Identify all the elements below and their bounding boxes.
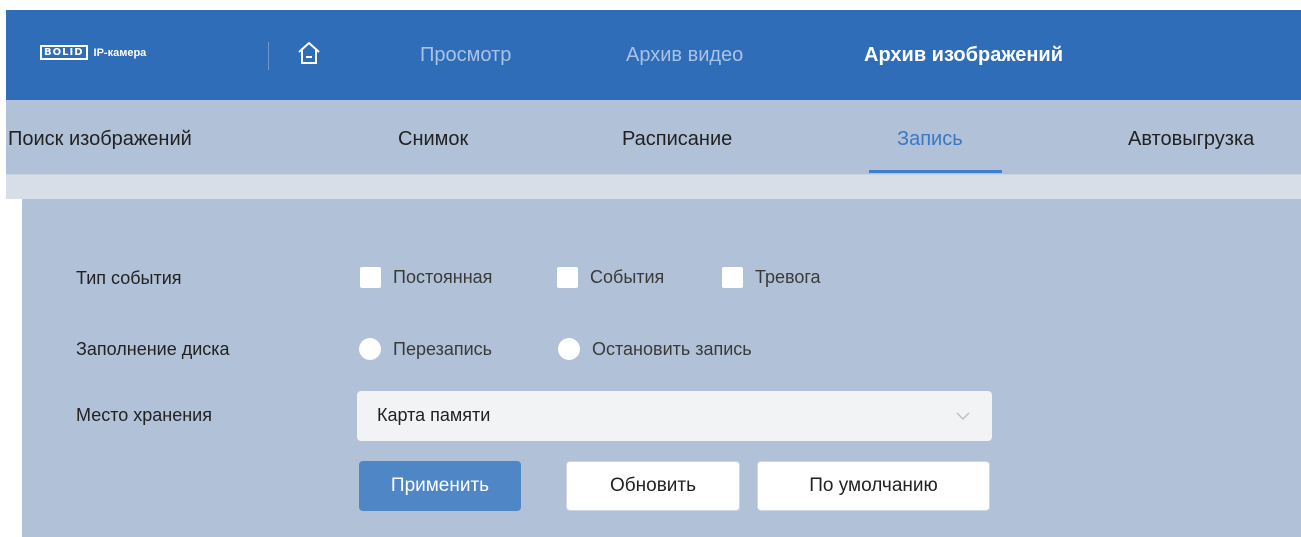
event-type-label: Тип события — [76, 268, 182, 288]
stop-recording-radio[interactable] — [558, 338, 580, 360]
apply-button[interactable]: Применить — [359, 461, 521, 511]
event-events-option[interactable]: События — [557, 267, 664, 288]
chevron-down-icon — [956, 412, 970, 420]
storage-location-label: Место хранения — [76, 405, 212, 425]
overwrite-radio[interactable] — [359, 338, 381, 360]
event-continuous-option[interactable]: Постоянная — [360, 267, 492, 288]
home-icon[interactable] — [296, 40, 322, 66]
brand-logo: BOLID IP-камера — [40, 45, 146, 60]
logo-box: BOLID — [40, 45, 88, 60]
header-divider — [268, 42, 269, 70]
overwrite-label: Перезапись — [393, 338, 493, 359]
active-tab-indicator — [869, 170, 1002, 173]
content-gap — [6, 175, 1301, 199]
event-alarm-option[interactable]: Тревога — [722, 267, 821, 288]
events-label: События — [590, 267, 665, 287]
top-bar: BOLID IP-камера Просмотр Архив видео Арх… — [6, 10, 1301, 100]
storage-location-select[interactable]: Карта памяти — [357, 391, 992, 441]
disk-overwrite-option[interactable]: Перезапись — [359, 338, 492, 360]
storage-location-value: Карта памяти — [377, 405, 491, 425]
sub-navigation: Поиск изображений Снимок Расписание Запи… — [6, 100, 1301, 175]
nav-image-archive[interactable]: Архив изображений — [864, 44, 1063, 67]
events-checkbox[interactable] — [557, 267, 578, 288]
tab-auto-upload[interactable]: Автовыгрузка — [1128, 128, 1254, 151]
stop-recording-label: Остановить запись — [592, 338, 752, 359]
tab-record[interactable]: Запись — [897, 128, 963, 151]
tab-snapshot[interactable]: Снимок — [398, 128, 468, 151]
default-button[interactable]: По умолчанию — [757, 461, 990, 511]
continuous-checkbox[interactable] — [360, 267, 381, 288]
nav-view[interactable]: Просмотр — [420, 44, 511, 67]
disk-full-label: Заполнение диска — [76, 339, 230, 359]
tab-schedule[interactable]: Расписание — [622, 128, 732, 151]
logo-text: IP-камера — [93, 46, 147, 59]
nav-video-archive[interactable]: Архив видео — [626, 44, 743, 67]
continuous-label: Постоянная — [393, 267, 493, 287]
refresh-button[interactable]: Обновить — [566, 461, 740, 511]
disk-stop-option[interactable]: Остановить запись — [558, 338, 752, 360]
alarm-checkbox[interactable] — [722, 267, 743, 288]
tab-image-search[interactable]: Поиск изображений — [8, 128, 192, 151]
alarm-label: Тревога — [755, 267, 821, 287]
